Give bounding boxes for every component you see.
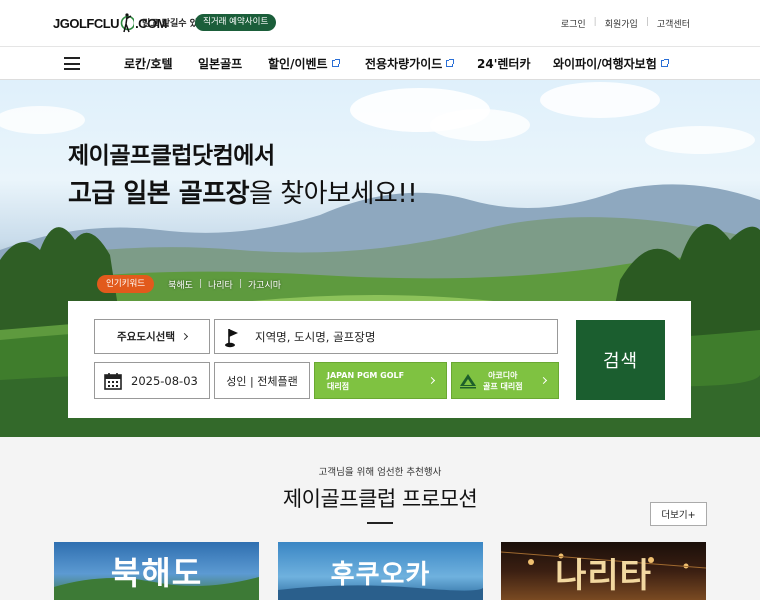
external-link-icon	[331, 59, 340, 67]
promotion-title: 제이골프클럽 프로모션	[282, 487, 478, 511]
direct-booking-badge: 직거래 예약사이트	[195, 14, 277, 31]
more-button[interactable]: 더보기+	[650, 502, 707, 526]
promo-card-hokkaido[interactable]: 북해도	[54, 542, 259, 600]
nav-item-wifi-insurance[interactable]: 와이파이/여행자보험	[553, 55, 669, 72]
nav-item-rentacar[interactable]: 24'렌터카	[477, 55, 531, 72]
promo-card-fukuoka[interactable]: 후쿠오카	[278, 542, 483, 600]
hero-banner: 제이골프클럽닷컴에서 고급 일본 골프장을 찾아보세요!! 인기키워드 북해도 …	[0, 80, 760, 437]
promotion-section: 고객님을 위해 엄선한 추천행사 제이골프클럽 프로모션 더보기+ 북해도 후쿠…	[0, 437, 760, 600]
popular-keywords: 인기키워드 북해도 | 나리타 | 가고시마	[97, 275, 287, 293]
search-button[interactable]: 검색	[576, 320, 665, 400]
keyword-narita[interactable]: 나리타	[202, 278, 239, 291]
golfer-icon	[120, 12, 136, 34]
logo-text-left: JGOLFCLU	[53, 15, 120, 31]
accordia-logo-icon	[458, 372, 478, 390]
nav-item-discount-event[interactable]: 할인/이벤트	[268, 55, 340, 72]
promotion-subtitle: 고객님을 위해 엄선한 추천행사	[318, 467, 442, 478]
promo-card-label: 후쿠오카	[330, 560, 431, 590]
hamburger-icon[interactable]	[64, 57, 80, 70]
customer-center-link[interactable]: 고객센터	[649, 17, 698, 30]
login-link[interactable]: 로그인	[553, 17, 594, 30]
hero-heading-line2: 고급 일본 골프장을 찾아보세요!!	[68, 179, 418, 209]
city-select[interactable]: 주요도시선택	[94, 319, 210, 354]
external-link-icon	[660, 59, 669, 67]
promo-card-label: 나리타	[555, 556, 652, 596]
popular-keyword-badge: 인기키워드	[97, 275, 155, 293]
chevron-right-icon	[539, 376, 548, 385]
promo-card-label: 북해도	[110, 554, 203, 592]
chevron-right-icon	[427, 376, 436, 385]
golf-flag-icon	[224, 328, 240, 348]
pgm-golf-agent-button[interactable]: JAPAN PGM GOLF 대리점	[314, 362, 447, 399]
search-panel: 주요도시선택 지역명, 도시명, 골프장명 2025-08-03 성인 | 전체…	[68, 301, 691, 418]
nav-item-vehicle-guide[interactable]: 전용차량가이드	[365, 55, 455, 72]
signup-link[interactable]: 회원가입	[597, 17, 646, 30]
plan-select[interactable]: 성인 | 전체플랜	[214, 362, 310, 399]
top-header: JGOLFCLU .COM 믿고 맡길수 있는 직거래 예약사이트 로그인 | …	[0, 0, 760, 47]
nav-item-ryokan-hotel[interactable]: 로칸/호텔	[124, 55, 173, 72]
chevron-right-icon	[180, 332, 189, 341]
external-link-icon	[446, 59, 455, 67]
nav-item-japan-golf[interactable]: 일본골프	[198, 55, 242, 72]
accordia-golf-agent-button[interactable]: 아코디아 골프 대리점	[451, 362, 559, 399]
keyword-hokkaido[interactable]: 북해도	[162, 278, 199, 291]
title-underline	[367, 522, 393, 524]
main-nav: 로칸/호텔 일본골프 할인/이벤트 전용차량가이드 24'렌터카 와이파이/여행…	[0, 47, 760, 80]
calendar-icon	[104, 372, 122, 390]
hero-heading-line1: 제이골프클럽닷컴에서	[68, 143, 275, 169]
top-links: 로그인 | 회원가입 | 고객센터	[553, 17, 698, 30]
search-input[interactable]: 지역명, 도시명, 골프장명	[214, 319, 558, 354]
promo-card-narita[interactable]: 나리타	[501, 542, 706, 600]
keyword-kagoshima[interactable]: 가고시마	[242, 278, 287, 291]
date-field[interactable]: 2025-08-03	[94, 362, 210, 399]
